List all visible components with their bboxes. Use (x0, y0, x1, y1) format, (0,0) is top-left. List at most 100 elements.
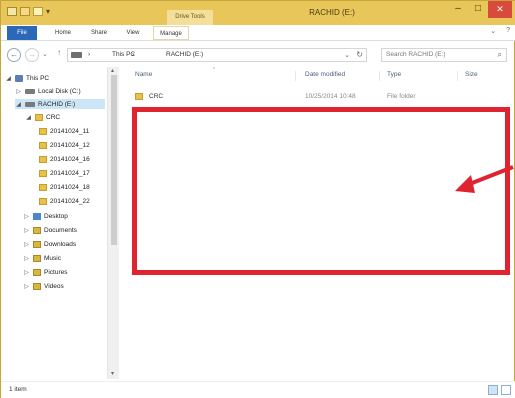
qat-dropdown-icon[interactable]: ▾ (46, 7, 50, 16)
expand-icon[interactable]: ▷ (15, 88, 22, 95)
new-folder-icon[interactable] (20, 7, 30, 16)
tree-item-music[interactable]: ▷ Music (23, 253, 61, 263)
expand-icon[interactable]: ▷ (23, 283, 30, 290)
tree-item-folder[interactable]: 20141024_12 (39, 140, 90, 150)
file-date: 10/25/2014 10:48 (305, 93, 356, 100)
folder-icon[interactable] (33, 7, 43, 16)
tree-label: 20141024_17 (50, 169, 90, 177)
file-name: CRC (149, 93, 164, 100)
videos-icon (33, 282, 41, 290)
recent-locations-icon[interactable]: ⌄ (42, 50, 48, 58)
search-icon: ⌕ (497, 50, 502, 59)
scrollbar-thumb[interactable] (111, 75, 117, 245)
tree-label: Documents (44, 226, 77, 234)
tab-home[interactable]: Home (49, 26, 77, 40)
folder-icon (39, 155, 47, 163)
expand-icon[interactable]: ▷ (23, 269, 30, 276)
scroll-up-icon[interactable]: ▴ (111, 67, 114, 74)
folder-icon (39, 183, 47, 191)
tab-file[interactable]: File (7, 26, 37, 40)
search-placeholder: Search RACHID (E:) (386, 51, 446, 58)
documents-icon (33, 226, 41, 234)
tree-label: 20141024_11 (50, 127, 90, 135)
column-divider[interactable] (295, 71, 296, 81)
back-button[interactable]: ← (7, 48, 21, 62)
tree-item-folder[interactable]: 20141024_11 (39, 126, 89, 136)
folder-icon (39, 127, 47, 135)
tree-label: 20141024_18 (50, 183, 90, 191)
column-header-type[interactable]: Type (387, 71, 401, 83)
tree-item-pictures[interactable]: ▷ Pictures (23, 267, 67, 277)
item-count: 1 item (9, 386, 27, 393)
tree-label: Pictures (44, 268, 68, 276)
music-icon (33, 254, 41, 262)
up-button[interactable]: ↑ (57, 48, 61, 57)
sort-caret-icon: ^ (213, 67, 216, 73)
breadcrumb-drive[interactable]: RACHID (E:) (166, 51, 203, 58)
status-bar: 1 item (1, 381, 515, 398)
quick-access-toolbar: ▾ (7, 7, 50, 16)
downloads-icon (33, 240, 41, 248)
tree-item-crc[interactable]: ◢ CRC (25, 112, 60, 122)
tree-item-folder[interactable]: 20141024_16 (39, 154, 90, 164)
column-divider[interactable] (379, 71, 380, 81)
column-divider[interactable] (457, 71, 458, 81)
details-view-button[interactable] (488, 385, 498, 395)
large-icons-view-button[interactable] (501, 385, 511, 395)
address-bar[interactable]: › This PC › RACHID (E:) ⌄ ↻ (67, 48, 367, 62)
expand-icon[interactable]: ▷ (23, 213, 30, 220)
tree-label: RACHID (E:) (38, 100, 76, 108)
nav-pane-scrollbar[interactable]: ▴ ▾ (107, 67, 119, 379)
drive-icon (25, 88, 35, 94)
file-type: File folder (387, 93, 416, 100)
refresh-icon[interactable]: ↻ (356, 50, 363, 59)
search-input[interactable]: Search RACHID (E:) ⌕ (381, 48, 507, 62)
close-button[interactable]: ✕ (488, 1, 512, 18)
drive-icon (25, 101, 35, 107)
help-icon[interactable]: ? (506, 27, 510, 35)
properties-icon[interactable] (7, 7, 17, 16)
expand-ribbon-icon[interactable]: ⌄ (490, 27, 496, 35)
column-header-size[interactable]: Size (465, 71, 478, 83)
desktop-icon (33, 212, 41, 220)
collapse-icon[interactable]: ◢ (15, 101, 22, 108)
expand-icon[interactable]: ▷ (23, 241, 30, 248)
collapse-icon[interactable]: ◢ (25, 114, 32, 121)
tree-label: 20141024_16 (50, 155, 90, 163)
tree-item-desktop[interactable]: ▷ Desktop (23, 211, 68, 221)
forward-button[interactable]: → (25, 48, 39, 62)
tree-item-this-pc[interactable]: ◢ This PC (5, 73, 49, 83)
tree-label: Desktop (44, 212, 68, 220)
computer-icon (15, 74, 23, 82)
tree-item-local-disk[interactable]: ▷ Local Disk (C:) (15, 86, 80, 96)
tree-item-downloads[interactable]: ▷ Downloads (23, 239, 76, 249)
tree-label: Videos (44, 282, 64, 290)
tree-item-folder[interactable]: 20141024_17 (39, 168, 90, 178)
tab-share[interactable]: Share (85, 26, 113, 40)
tree-item-videos[interactable]: ▷ Videos (23, 281, 64, 291)
file-row[interactable]: CRC 10/25/2014 10:48 File folder (131, 91, 511, 103)
breadcrumb-separator[interactable]: › (88, 51, 90, 58)
expand-icon[interactable]: ▷ (23, 255, 30, 262)
pictures-icon (33, 268, 41, 276)
expand-icon[interactable]: ▷ (23, 227, 30, 234)
tree-item-rachid[interactable]: ◢ RACHID (E:) (15, 99, 105, 109)
folder-icon (39, 169, 47, 177)
tab-manage[interactable]: Manage (153, 26, 189, 40)
tab-view[interactable]: View (121, 26, 145, 40)
tree-item-folder[interactable]: 20141024_22 (39, 196, 90, 206)
scroll-down-icon[interactable]: ▾ (111, 370, 114, 377)
expand-icon[interactable]: ◢ (5, 75, 12, 82)
drive-tools-tab[interactable]: Drive Tools (167, 10, 213, 25)
column-header-name[interactable]: Name (135, 71, 152, 83)
column-header-date-modified[interactable]: Date modified (305, 71, 345, 83)
maximize-button[interactable]: □ (468, 1, 488, 18)
address-dropdown-icon[interactable]: ⌄ (344, 51, 350, 59)
tree-label: Music (44, 254, 61, 262)
minimize-button[interactable]: – (448, 1, 468, 18)
tree-item-documents[interactable]: ▷ Documents (23, 225, 77, 235)
explorer-window: ▾ Drive Tools RACHID (E:) – □ ✕ File Hom… (0, 0, 515, 398)
folder-icon (39, 197, 47, 205)
breadcrumb-separator[interactable]: › (132, 51, 134, 58)
tree-item-folder[interactable]: 20141024_18 (39, 182, 90, 192)
